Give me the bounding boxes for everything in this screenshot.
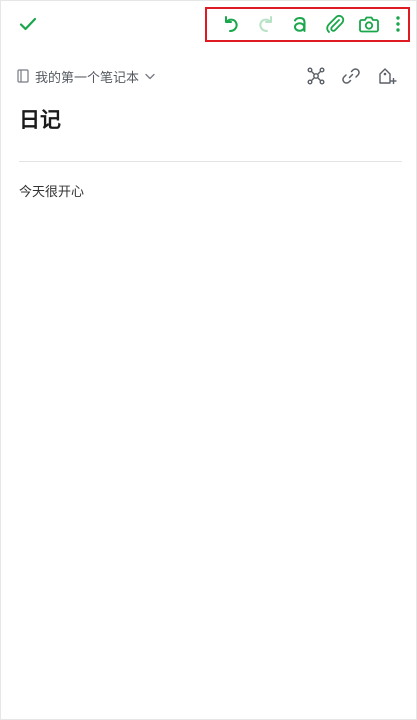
redo-button[interactable] [251,9,281,39]
title-divider [19,161,402,162]
note-body-editor[interactable]: 今天很开心 [19,181,399,701]
notebook-name: 我的第一个笔记本 [35,70,140,86]
note-title[interactable]: 日记 [19,104,61,134]
network-icon [307,67,325,85]
text-format-button[interactable] [285,9,315,39]
attachment-button[interactable] [320,9,350,39]
text-format-icon [294,16,306,32]
more-button[interactable] [387,9,409,39]
network-button[interactable] [301,61,331,91]
more-vertical-icon [396,16,400,32]
notebook-icon [17,69,29,83]
attachment-icon [326,14,345,33]
add-tag-icon [379,68,397,84]
undo-icon [225,16,238,32]
done-button[interactable] [13,9,43,39]
redo-icon [259,16,272,32]
undo-button[interactable] [216,9,246,39]
chevron-down-icon [145,73,155,79]
link-button[interactable] [336,61,366,91]
camera-icon [359,16,379,33]
top-toolbar [1,1,417,49]
checkmark-icon [19,17,37,31]
link-icon [342,68,360,84]
notebook-selector[interactable]: 我的第一个笔记本 [17,66,155,86]
camera-button[interactable] [354,9,384,39]
notebook-row: 我的第一个笔记本 [1,59,417,93]
add-tag-button[interactable] [373,61,403,91]
